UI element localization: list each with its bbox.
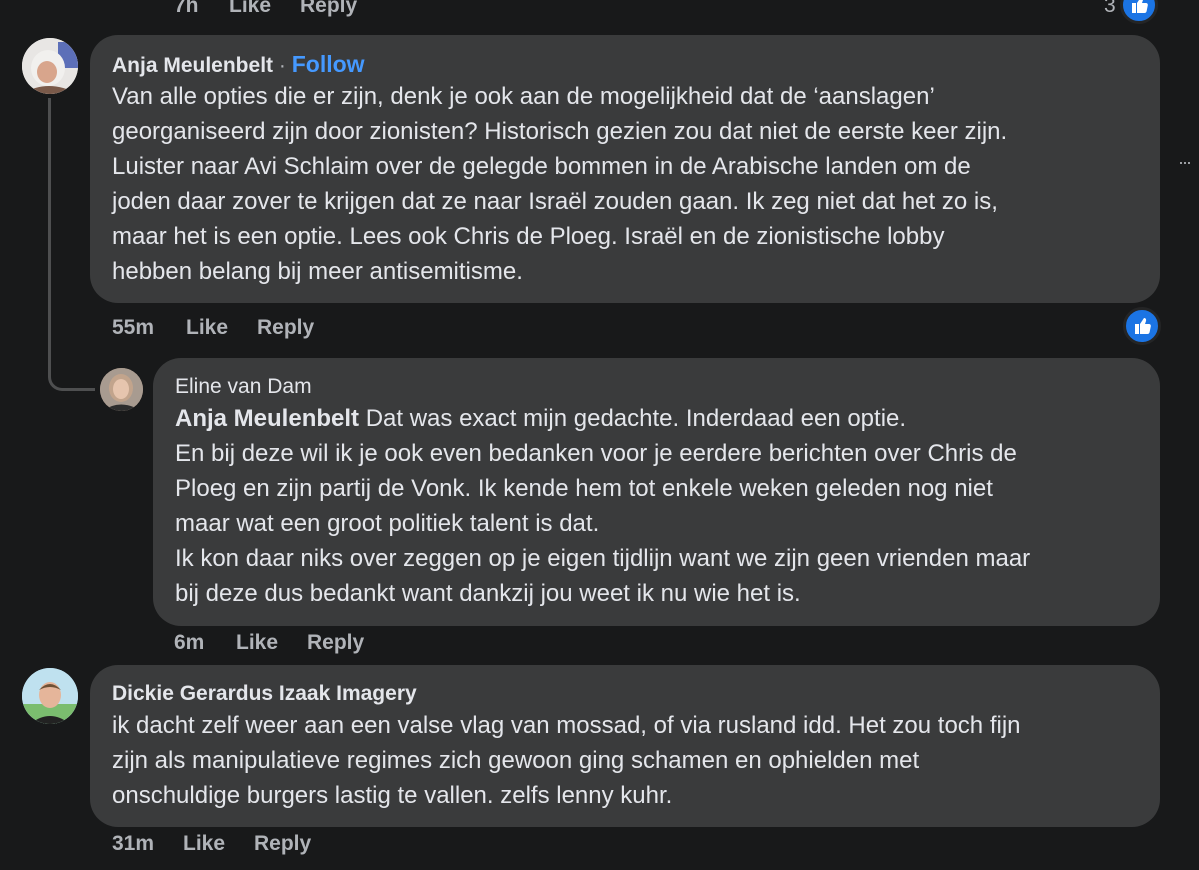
prev-comment-actions: 7h Like Reply 3: [0, 0, 1199, 22]
like-button[interactable]: Like: [183, 832, 225, 856]
dot-separator: ·: [278, 54, 286, 77]
author-name[interactable]: Anja Meulenbelt: [112, 54, 273, 77]
like-reaction-icon[interactable]: [1123, 307, 1161, 345]
thread-connector: [48, 98, 95, 391]
like-button[interactable]: Like: [236, 631, 278, 655]
reply-button[interactable]: Reply: [257, 316, 314, 340]
reply-button[interactable]: Reply: [254, 832, 311, 856]
prev-like-button[interactable]: Like: [229, 0, 271, 18]
avatar-anja[interactable]: [22, 38, 78, 94]
comment-actions-dickie: 31m Like Reply: [0, 832, 1199, 860]
prev-reaction-count[interactable]: 3: [1104, 0, 1116, 18]
comment-bubble-dickie: Dickie Gerardus Izaak Imagery ik dacht z…: [90, 665, 1160, 827]
more-options-icon[interactable]: ···: [1178, 152, 1192, 173]
comment-author[interactable]: Dickie Gerardus Izaak Imagery: [112, 682, 417, 706]
prev-comment-time[interactable]: 7h: [174, 0, 199, 18]
comment-bubble-eline: Eline van Dam Anja Meulenbelt Dat was ex…: [153, 358, 1160, 626]
comment-text: Anja Meulenbelt Dat was exact mijn gedac…: [175, 401, 1155, 611]
like-button[interactable]: Like: [186, 316, 228, 340]
prev-like-reaction-icon[interactable]: [1120, 0, 1158, 24]
mention-link[interactable]: Anja Meulenbelt: [175, 405, 359, 432]
comment-time[interactable]: 55m: [112, 316, 154, 340]
comment-body: Dat was exact mijn gedachte. Inderdaad e…: [175, 405, 1031, 607]
comment-time[interactable]: 6m: [174, 631, 204, 655]
reply-button[interactable]: Reply: [307, 631, 364, 655]
avatar-eline[interactable]: [100, 368, 143, 411]
comment-bubble-anja: Anja Meulenbelt · Follow Van alle opties…: [90, 35, 1160, 303]
comment-actions-anja: 55m Like Reply: [0, 316, 1199, 344]
comment-author[interactable]: Eline van Dam: [175, 375, 312, 399]
prev-reply-button[interactable]: Reply: [300, 0, 357, 18]
comment-actions-eline: 6m Like Reply: [0, 631, 1199, 659]
comment-time[interactable]: 31m: [112, 832, 154, 856]
follow-button[interactable]: Follow: [292, 51, 365, 77]
comment-text: ik dacht zelf weer aan een valse vlag va…: [112, 712, 1021, 809]
avatar-dickie[interactable]: [22, 668, 78, 724]
comment-author: Anja Meulenbelt · Follow: [112, 51, 365, 78]
comment-text: Van alle opties die er zijn, denk je ook…: [112, 83, 1008, 285]
